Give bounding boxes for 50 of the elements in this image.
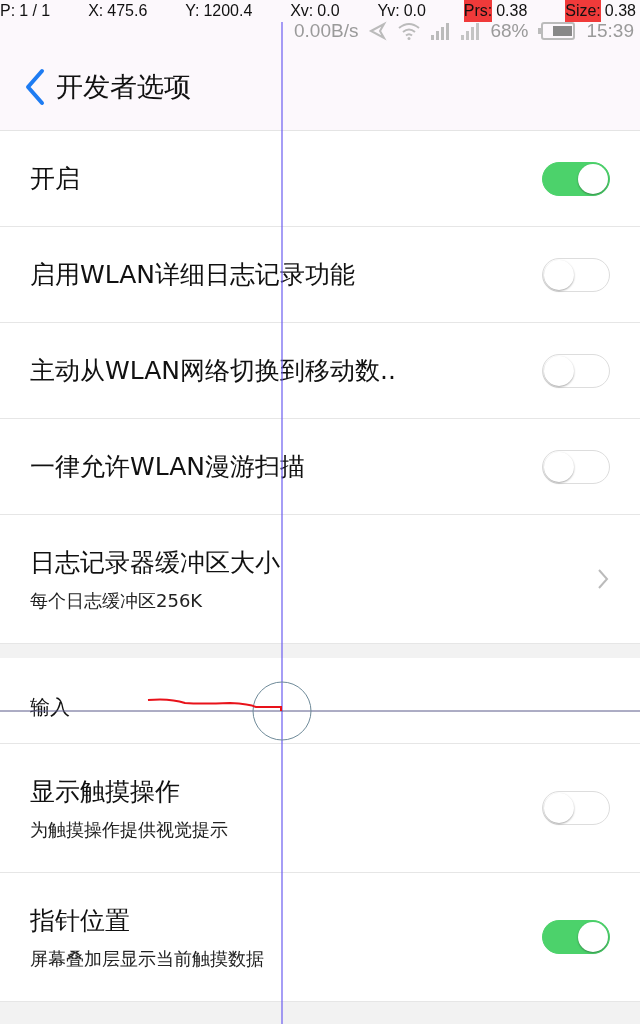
page-title: 开发者选项	[56, 70, 191, 104]
clock: 15:39	[586, 20, 634, 42]
battery-percent: 68%	[490, 20, 529, 42]
settings-item[interactable]: 启用WLAN详细日志记录功能	[0, 227, 640, 323]
back-icon[interactable]	[24, 68, 46, 106]
pointer-stat-label: Yv:	[377, 1, 400, 21]
item-title: 指针位置	[30, 904, 131, 937]
signal-icon	[430, 22, 451, 40]
pointer-stat-value: 475.6	[107, 1, 148, 21]
item-subtitle: 为触摸操作提供视觉提示	[30, 817, 228, 842]
pointer-stat-value: 0.0	[403, 1, 426, 21]
settings-item[interactable]: 开启	[0, 131, 640, 227]
pointer-stat-value: 0.0	[317, 1, 340, 21]
item-title: 显示触摸操作	[30, 775, 181, 808]
wifi-icon	[398, 22, 421, 40]
item-title: 启用WLAN详细日志记录功能	[30, 259, 356, 291]
pointer-stat-label: X:	[88, 1, 104, 21]
signal-icon	[460, 22, 481, 40]
pointer-stat-value: 0.38	[604, 1, 636, 21]
item-title: 日志记录器缓冲区大小	[30, 546, 280, 579]
network-speed: 0.00B/s	[294, 20, 359, 42]
toggle-switch[interactable]	[542, 161, 610, 196]
item-subtitle: 每个日志缓冲区256K	[30, 588, 204, 613]
battery-icon	[538, 22, 577, 40]
item-title: 一律允许WLAN漫游扫描	[30, 451, 306, 483]
pointer-stat-label: Xv:	[290, 1, 314, 21]
toggle-switch[interactable]	[542, 920, 610, 954]
pointer-stat-label: P:	[0, 1, 16, 21]
pointer-stat-value: 1 / 1	[19, 1, 51, 21]
toggle-switch[interactable]	[542, 791, 610, 825]
settings-item[interactable]: 日志记录器缓冲区大小 每个日志缓冲区256K	[0, 515, 640, 644]
toggle-switch[interactable]	[542, 353, 610, 388]
item-subtitle: 屏幕叠加层显示当前触摸数据	[30, 946, 264, 971]
toggle-switch[interactable]	[542, 449, 610, 484]
settings-item[interactable]: 显示触摸操作 为触摸操作提供视觉提示	[0, 744, 640, 873]
chevron-right-icon	[596, 567, 610, 591]
pointer-stat-value: 1200.4	[203, 1, 253, 21]
pointer-stat-label: Prs:	[463, 0, 493, 22]
item-title: 开启	[30, 163, 80, 195]
settings-item[interactable]: 指针位置 屏幕叠加层显示当前触摸数据	[0, 873, 640, 1002]
pointer-stat-label: Y:	[185, 1, 200, 21]
toggle-switch[interactable]	[542, 257, 610, 292]
item-title: 主动从WLAN网络切换到移动数..	[30, 355, 396, 387]
settings-item[interactable]: 一律允许WLAN漫游扫描	[0, 419, 640, 515]
pointer-stat-label: Size:	[565, 0, 601, 22]
pointer-stat-value: 0.38	[496, 1, 528, 21]
mute-icon	[368, 21, 389, 41]
touch-circle	[252, 681, 312, 741]
section-header: 输入	[30, 694, 70, 721]
settings-item[interactable]: 主动从WLAN网络切换到移动数..	[0, 323, 640, 419]
